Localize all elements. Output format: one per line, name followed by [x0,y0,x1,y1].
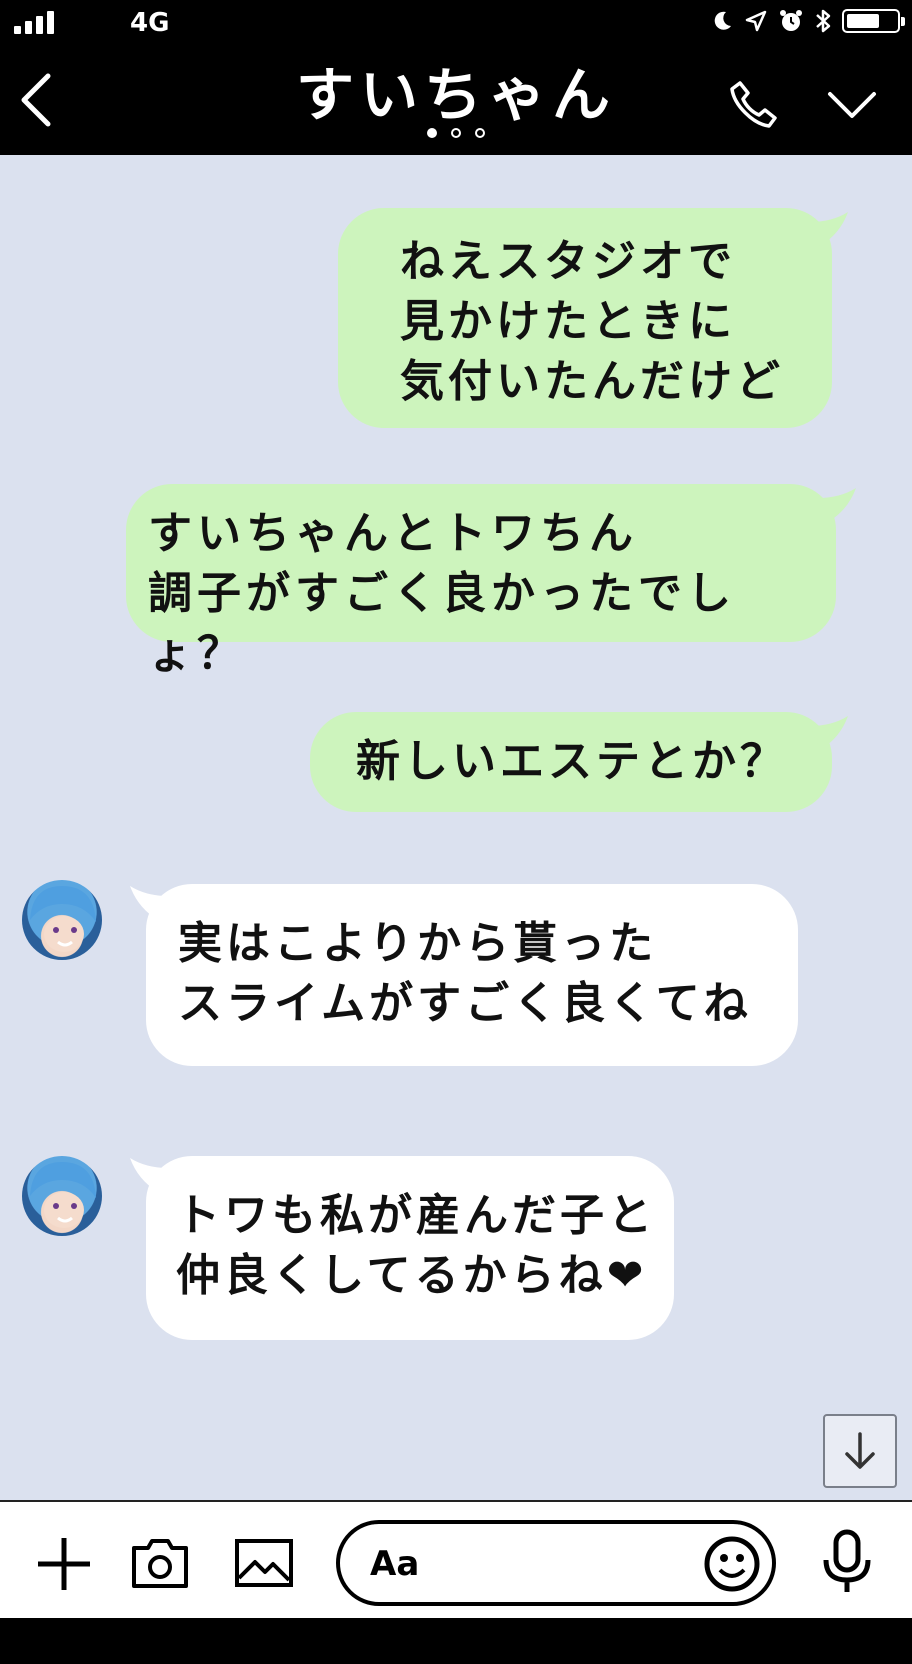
network-type: 4G [130,8,170,38]
signal-strength [14,10,54,34]
arrow-down-icon [845,1432,875,1469]
battery-icon [842,9,905,33]
emoji-icon[interactable] [702,1534,762,1594]
alarm-icon [780,10,802,31]
avatar[interactable] [22,1156,102,1236]
chat-header: 4G すいちゃん [0,0,912,155]
avatar[interactable] [22,880,102,960]
plus-icon[interactable] [34,1534,94,1594]
page-dot-3 [475,128,485,138]
page-dot-1 [427,128,437,138]
message-text: 新しいエステとか？ [356,736,788,787]
camera-icon[interactable] [130,1536,190,1590]
message-bubble-received: 実はこよりから貰った スライムがすごく良くてね [130,884,798,1066]
message-bubble-sent: ねえスタジオで 見かけたときに 気付いたんだけど [338,208,848,428]
location-icon [745,10,767,32]
bubble-tail [130,1158,168,1192]
message-bubble-received: トワも私が産んだ子と 仲良くしてるからね❤ [130,1156,674,1340]
image-icon[interactable] [234,1538,294,1588]
signal-bars-icon [14,10,54,34]
message-input[interactable]: Aa [336,1520,776,1606]
page-dot-2 [451,128,461,138]
bluetooth-icon [816,9,831,33]
bubble-tail [810,716,848,750]
status-icons [710,8,905,34]
bubble-tail [810,212,848,246]
bubble-tail [818,488,856,522]
input-placeholder: Aa [370,1544,420,1584]
message-bubble-sent: 新しいエステとか？ [310,712,848,812]
scroll-to-bottom-button[interactable] [823,1414,897,1488]
home-indicator-area [0,1618,912,1664]
avatar-face-icon [30,886,96,952]
message-bubble-sent: すいちゃんとトワちん 調子がすごく良かったでしょ？ [126,484,856,679]
message-text: ねえスタジオで 見かけたときに 気付いたんだけど [400,236,784,407]
phone-icon[interactable] [728,78,780,130]
message-input-bar: Aa [0,1500,912,1618]
message-text: 実はこよりから貰った スライムがすごく良くてね [178,918,752,1029]
avatar-face-icon [30,1162,96,1228]
message-text: すいちゃんとトワちん 調子がすごく良かったでしょ？ [148,508,736,679]
bubble-tail [130,886,168,920]
chevron-down-icon[interactable] [826,90,878,122]
moon-icon [714,11,731,30]
message-text: トワも私が産んだ子と 仲良くしてるからね❤ [176,1190,656,1301]
mic-icon[interactable] [818,1528,876,1598]
